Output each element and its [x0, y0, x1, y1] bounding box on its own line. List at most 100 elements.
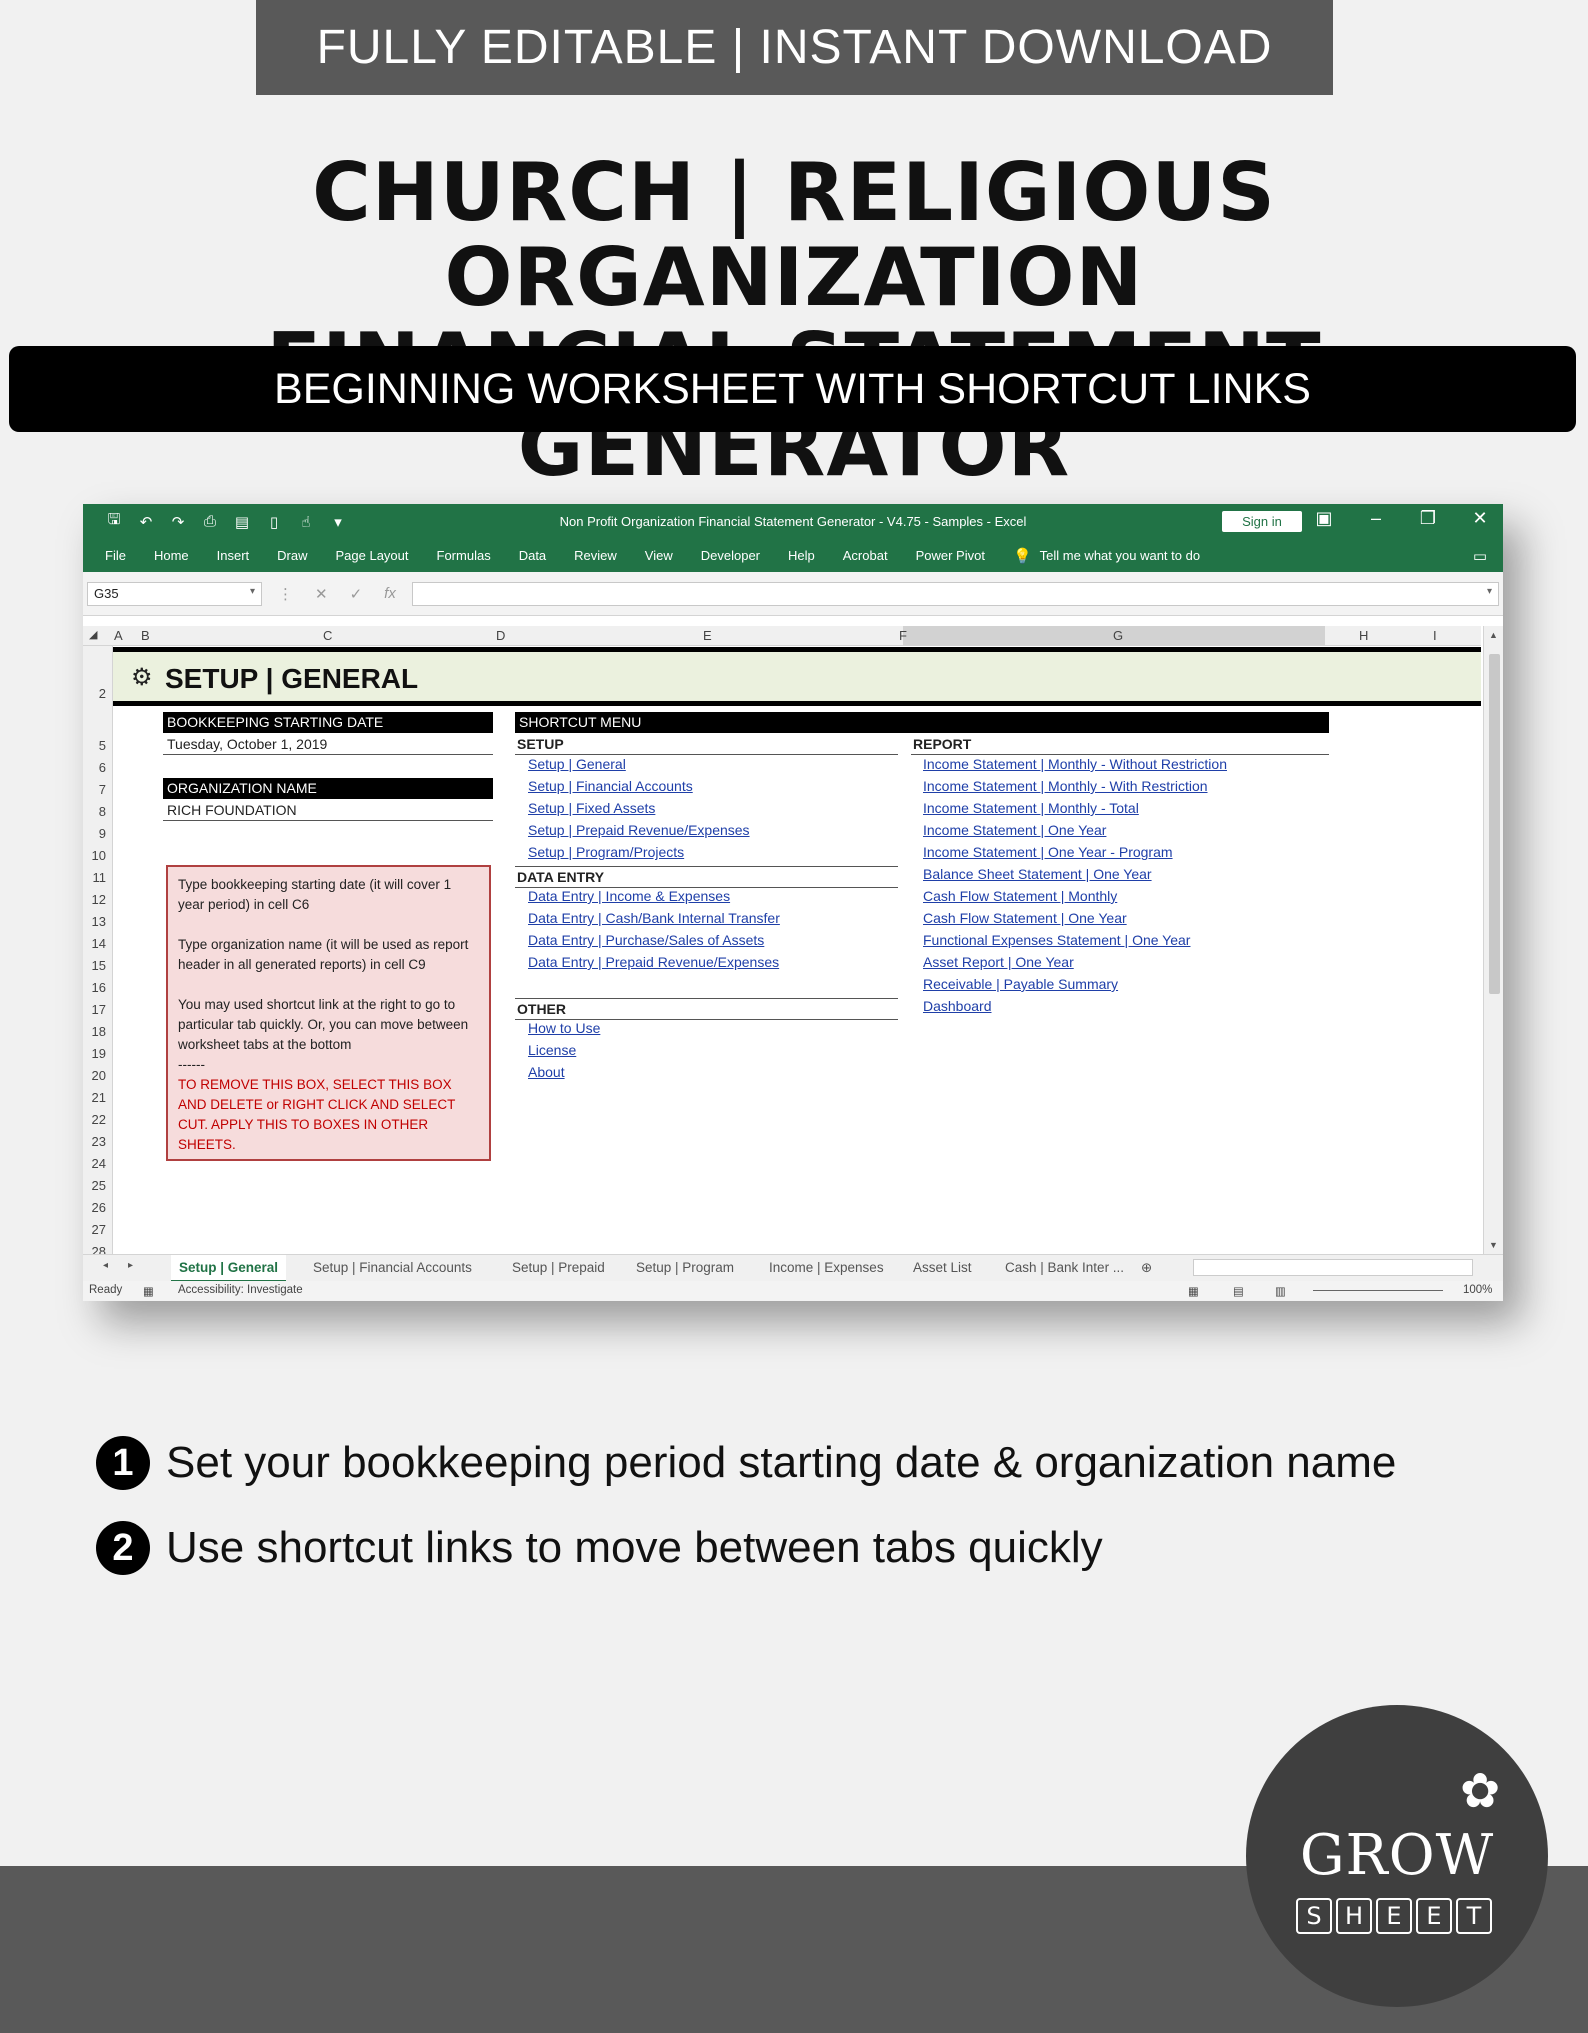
normal-view-icon[interactable]: ▦ — [1188, 1284, 1199, 1298]
link-setup-program[interactable]: Setup | Program/Projects — [528, 844, 684, 860]
link-how-to-use[interactable]: How to Use — [528, 1020, 600, 1036]
row-header[interactable]: 10 — [92, 848, 106, 863]
select-all-icon[interactable]: ◢ — [89, 628, 97, 641]
row-header[interactable]: 18 — [92, 1024, 106, 1039]
ribbon-tab-page-layout[interactable]: Page Layout — [336, 548, 409, 563]
page-break-view-icon[interactable]: ▥ — [1275, 1284, 1286, 1298]
link-setup-general[interactable]: Setup | General — [528, 756, 626, 772]
prev-sheet-icon[interactable]: ◂ — [103, 1260, 108, 1271]
instruction-note-box[interactable]: Type bookkeeping starting date (it will … — [166, 865, 491, 1161]
macro-record-icon[interactable]: ▦ — [143, 1284, 154, 1298]
ribbon-display-icon[interactable]: ▣ — [1313, 508, 1335, 529]
link-license[interactable]: License — [528, 1042, 576, 1058]
sheet-tab-prepaid[interactable]: Setup | Prepaid — [512, 1260, 605, 1275]
sheet-tab-program[interactable]: Setup | Program — [636, 1260, 734, 1275]
row-header[interactable]: 6 — [99, 760, 106, 775]
link-report-11[interactable]: Receivable | Payable Summary — [923, 976, 1118, 992]
page-layout-view-icon[interactable]: ▤ — [1233, 1284, 1244, 1298]
ribbon-tab-power-pivot[interactable]: Power Pivot — [916, 548, 985, 563]
organization-name-value[interactable]: RICH FOUNDATION — [163, 800, 493, 821]
link-setup-financial-accounts[interactable]: Setup | Financial Accounts — [528, 778, 693, 794]
column-header-e[interactable]: E — [703, 628, 712, 643]
sign-in-button[interactable]: Sign in — [1222, 511, 1302, 532]
sheet-tab-asset-list[interactable]: Asset List — [913, 1260, 972, 1275]
row-header[interactable]: 25 — [92, 1178, 106, 1193]
row-header[interactable]: 15 — [92, 958, 106, 973]
link-report-8[interactable]: Cash Flow Statement | One Year — [923, 910, 1127, 926]
ribbon-tab-formulas[interactable]: Formulas — [437, 548, 491, 563]
row-header[interactable]: 12 — [92, 892, 106, 907]
column-header-h[interactable]: H — [1359, 628, 1368, 643]
accessibility-status[interactable]: Accessibility: Investigate — [178, 1284, 303, 1296]
ribbon-tab-view[interactable]: View — [645, 548, 673, 563]
vertical-scrollbar[interactable]: ▲ ▼ — [1483, 626, 1503, 1254]
tell-me-search[interactable]: Tell me what you want to do — [1040, 548, 1200, 563]
row-header[interactable]: 2 — [99, 686, 106, 701]
row-header[interactable]: 21 — [92, 1090, 106, 1105]
ribbon-tab-help[interactable]: Help — [788, 548, 815, 563]
horizontal-scrollbar[interactable] — [1193, 1259, 1473, 1276]
ribbon-tab-review[interactable]: Review — [574, 548, 617, 563]
link-report-1[interactable]: Income Statement | Monthly - Without Res… — [923, 756, 1227, 772]
next-sheet-icon[interactable]: ▸ — [128, 1260, 133, 1271]
insert-function-icon[interactable]: fx — [384, 585, 396, 603]
sheet-tab-setup-general[interactable]: Setup | General — [171, 1255, 287, 1283]
name-box[interactable]: G35 ▾ — [87, 581, 262, 606]
spreadsheet-grid[interactable]: ◢ A B C D E F G H I 2 5 6 7 8 9 10 11 12… — [83, 626, 1503, 1259]
link-data-entry-assets[interactable]: Data Entry | Purchase/Sales of Assets — [528, 932, 764, 948]
row-header[interactable]: 14 — [92, 936, 106, 951]
sheet-tab-cash-bank[interactable]: Cash | Bank Inter ... — [1005, 1260, 1124, 1275]
row-header[interactable]: 19 — [92, 1046, 106, 1061]
column-header-c[interactable]: C — [323, 628, 332, 643]
comments-icon[interactable]: ▭ — [1473, 547, 1487, 565]
row-header[interactable]: 22 — [92, 1112, 106, 1127]
link-setup-fixed-assets[interactable]: Setup | Fixed Assets — [528, 800, 655, 816]
ribbon-tab-data[interactable]: Data — [519, 548, 546, 563]
link-data-entry-transfer[interactable]: Data Entry | Cash/Bank Internal Transfer — [528, 910, 780, 926]
row-header[interactable]: 24 — [92, 1156, 106, 1171]
row-header[interactable]: 23 — [92, 1134, 106, 1149]
expand-formula-icon[interactable]: ▾ — [1487, 586, 1492, 597]
ribbon-tab-file[interactable]: File — [105, 548, 126, 563]
link-report-5[interactable]: Income Statement | One Year - Program — [923, 844, 1173, 860]
cancel-icon[interactable]: ✕ — [315, 585, 328, 603]
link-report-6[interactable]: Balance Sheet Statement | One Year — [923, 866, 1152, 882]
link-report-3[interactable]: Income Statement | Monthly - Total — [923, 800, 1139, 816]
ribbon-tab-insert[interactable]: Insert — [217, 548, 250, 563]
bookkeeping-date-value[interactable]: Tuesday, October 1, 2019 — [163, 734, 493, 755]
row-header[interactable]: 26 — [92, 1200, 106, 1215]
column-header-i[interactable]: I — [1433, 628, 1437, 643]
restore-icon[interactable]: ❐ — [1417, 508, 1439, 529]
sheet-tab-financial-accounts[interactable]: Setup | Financial Accounts — [313, 1260, 472, 1275]
row-header[interactable]: 11 — [93, 870, 107, 885]
link-report-4[interactable]: Income Statement | One Year — [923, 822, 1106, 838]
ribbon-tab-draw[interactable]: Draw — [277, 548, 307, 563]
row-header[interactable]: 16 — [92, 980, 106, 995]
link-about[interactable]: About — [528, 1064, 565, 1080]
link-data-entry-prepaid[interactable]: Data Entry | Prepaid Revenue/Expenses — [528, 954, 779, 970]
column-header-d[interactable]: D — [496, 628, 505, 643]
formula-input[interactable]: ▾ — [411, 581, 1499, 606]
row-header[interactable]: 17 — [92, 1002, 106, 1017]
row-header[interactable]: 27 — [92, 1222, 106, 1237]
scrollbar-thumb[interactable] — [1489, 654, 1500, 994]
row-header[interactable]: 9 — [99, 826, 106, 841]
link-report-2[interactable]: Income Statement | Monthly - With Restri… — [923, 778, 1208, 794]
link-report-12[interactable]: Dashboard — [923, 998, 992, 1014]
link-report-10[interactable]: Asset Report | One Year — [923, 954, 1074, 970]
row-header[interactable]: 20 — [92, 1068, 106, 1083]
column-header-f[interactable]: F — [899, 628, 907, 643]
column-header-a[interactable]: A — [114, 628, 123, 643]
minimize-icon[interactable]: – — [1365, 508, 1387, 529]
ribbon-tab-home[interactable]: Home — [154, 548, 189, 563]
row-header[interactable]: 7 — [99, 782, 106, 797]
zoom-level[interactable]: 100% — [1463, 1284, 1492, 1296]
link-data-entry-income[interactable]: Data Entry | Income & Expenses — [528, 888, 730, 904]
row-header[interactable]: 5 — [99, 738, 106, 753]
ribbon-tab-acrobat[interactable]: Acrobat — [843, 548, 888, 563]
enter-icon[interactable]: ✓ — [350, 585, 363, 603]
ribbon-tab-developer[interactable]: Developer — [701, 548, 760, 563]
chevron-down-icon[interactable]: ▾ — [250, 586, 255, 597]
scroll-down-icon[interactable]: ▼ — [1489, 1240, 1498, 1250]
row-header[interactable]: 13 — [92, 914, 106, 929]
